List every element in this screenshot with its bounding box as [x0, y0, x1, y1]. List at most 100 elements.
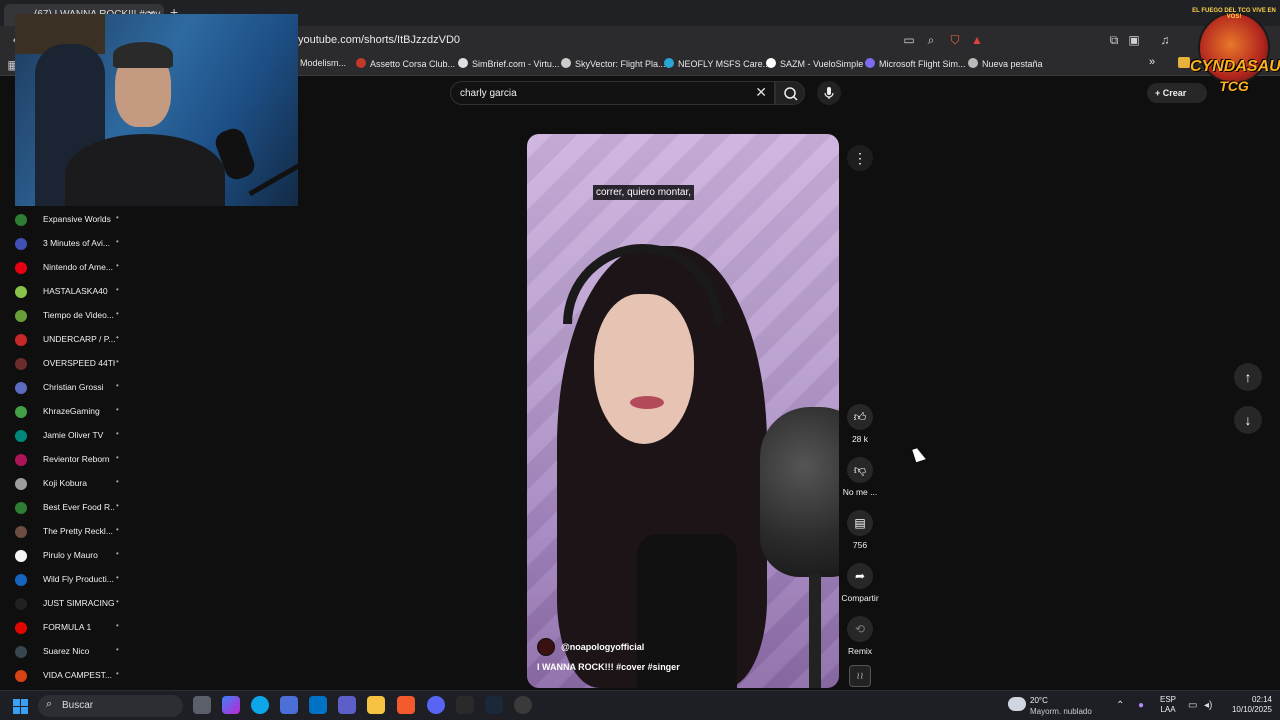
- dislike-label: No me ...: [842, 487, 878, 497]
- new-content-dot: •: [116, 645, 119, 654]
- cast-icon[interactable]: ▭: [902, 33, 916, 47]
- search-input[interactable]: charly garcia ✕: [450, 81, 775, 105]
- subscription-item[interactable]: VIDA CAMPEST... •: [0, 664, 130, 688]
- subscription-name: FORMULA 1: [43, 622, 92, 632]
- subscription-item[interactable]: Expansive Worlds •: [0, 208, 130, 232]
- task-view-icon[interactable]: [193, 696, 211, 714]
- comment-icon[interactable]: ▤: [847, 510, 873, 536]
- clear-search-icon[interactable]: ✕: [755, 84, 767, 101]
- new-content-dot: •: [116, 357, 119, 366]
- store-icon[interactable]: [280, 696, 298, 714]
- subscription-item[interactable]: Tiempo de Video... •: [0, 304, 130, 328]
- subscription-item[interactable]: Revientor Reborn •: [0, 448, 130, 472]
- audio-wave-icon[interactable]: ≀≀: [849, 665, 871, 687]
- bookmark-6[interactable]: SAZM - VueloSimple: [766, 58, 863, 69]
- subscription-item[interactable]: Nintendo of Ame... •: [0, 256, 130, 280]
- voice-search-button[interactable]: [817, 81, 841, 105]
- brave-icon[interactable]: [397, 696, 415, 714]
- thumbs-up-icon[interactable]: 👍︎: [847, 404, 873, 430]
- video-title: I WANNA ROCK!!! #cover #singer: [537, 662, 680, 672]
- windows-start-icon[interactable]: [13, 699, 28, 714]
- bookmark-favicon-icon: [664, 58, 674, 68]
- remix-icon[interactable]: ⟲: [847, 616, 873, 642]
- clock[interactable]: 02:14 10/10/2025: [1222, 695, 1272, 715]
- cloud-icon: [1008, 697, 1026, 711]
- bookmark-8[interactable]: Nueva pestaña: [968, 58, 1043, 69]
- search-button[interactable]: [775, 81, 805, 105]
- subscription-item[interactable]: JUST SIMRACING •: [0, 592, 130, 616]
- subscription-item[interactable]: Jamie Oliver TV •: [0, 424, 130, 448]
- bookmark-3[interactable]: SimBrief.com - Virtu...: [458, 58, 559, 69]
- channel-name[interactable]: @noapologyofficial: [561, 642, 644, 652]
- new-content-dot: •: [116, 453, 119, 462]
- media-icon[interactable]: ♫: [1158, 33, 1172, 47]
- share-action[interactable]: ➦ Compartir: [835, 563, 885, 603]
- bookmark-2[interactable]: Assetto Corsa Club...: [356, 58, 455, 69]
- brave-shield-icon[interactable]: ⛉: [948, 33, 962, 47]
- previous-short-button[interactable]: ↑: [1234, 363, 1262, 391]
- folder-icon[interactable]: [1178, 57, 1190, 68]
- subscription-item[interactable]: Koji Kobura •: [0, 472, 130, 496]
- subscription-name: Tiempo de Video...: [43, 310, 114, 320]
- channel-avatar[interactable]: [537, 638, 555, 656]
- create-button[interactable]: + Crear: [1147, 83, 1207, 103]
- subscription-item[interactable]: 3 Minutes of Avi... •: [0, 232, 130, 256]
- subscription-item[interactable]: The Pretty Reckl... •: [0, 520, 130, 544]
- discord-icon[interactable]: [427, 696, 445, 714]
- outlook-icon[interactable]: [309, 696, 327, 714]
- subscription-item[interactable]: Wild Fly Producti... •: [0, 568, 130, 592]
- channel-avatar: [15, 310, 27, 322]
- bookmark-favicon-icon: [968, 58, 978, 68]
- channel-avatar: [15, 670, 27, 682]
- remix-action[interactable]: ⟲ Remix: [835, 616, 885, 656]
- brave-rewards-icon[interactable]: ▲: [970, 33, 984, 47]
- comment-count: 756: [852, 540, 868, 550]
- chevron-up-icon[interactable]: ⌃: [1116, 700, 1124, 711]
- channel-avatar: [15, 214, 27, 226]
- edge-icon[interactable]: [251, 696, 269, 714]
- extensions-icon[interactable]: ⧉: [1107, 33, 1121, 47]
- new-content-dot: •: [116, 381, 119, 390]
- comments-action[interactable]: ▤ 756: [835, 510, 885, 550]
- bookmark-4[interactable]: SkyVector: Flight Pla...: [561, 58, 666, 69]
- thumbs-down-icon[interactable]: 👎︎: [847, 457, 873, 483]
- sidebar-icon[interactable]: ▣: [1127, 33, 1141, 47]
- weather-widget[interactable]: 20°C Mayorm. nublado: [1008, 694, 1108, 720]
- new-content-dot: •: [116, 237, 119, 246]
- subscription-item[interactable]: UNDERCARP / P... •: [0, 328, 130, 352]
- subscription-item[interactable]: Suarez Nico •: [0, 640, 130, 664]
- volume-icon[interactable]: ◂): [1204, 700, 1212, 711]
- zoom-icon[interactable]: ⌕: [924, 33, 938, 47]
- shorts-video-player[interactable]: correr, quiero montar, @noapologyofficia…: [527, 134, 839, 688]
- microphone-icon[interactable]: ●: [1138, 700, 1144, 711]
- subscription-item[interactable]: FORMULA 1 •: [0, 616, 130, 640]
- bookmark-5[interactable]: NEOFLY MSFS Care...: [664, 58, 770, 69]
- bookmark-1[interactable]: Modelism...: [300, 58, 346, 68]
- next-short-button[interactable]: ↓: [1234, 406, 1262, 434]
- copilot-icon[interactable]: [222, 696, 240, 714]
- share-label: Compartir: [841, 593, 879, 603]
- settings-icon[interactable]: [514, 696, 532, 714]
- subscription-name: UNDERCARP / P...: [43, 334, 115, 344]
- subscription-item[interactable]: Best Ever Food R... •: [0, 496, 130, 520]
- share-icon[interactable]: ➦: [847, 563, 873, 589]
- subscription-item[interactable]: Christian Grossi •: [0, 376, 130, 400]
- subscription-item[interactable]: KhrazeGaming •: [0, 400, 130, 424]
- subscription-item[interactable]: HASTALASKA40 •: [0, 280, 130, 304]
- logo-name: CYNDASAUR: [1190, 58, 1280, 75]
- tiktok-icon[interactable]: [456, 696, 474, 714]
- teams-icon[interactable]: [338, 696, 356, 714]
- dislike-action[interactable]: 👎︎ No me ...: [835, 457, 885, 497]
- more-options-button[interactable]: ⋮: [847, 145, 873, 171]
- bookmark-7[interactable]: Microsoft Flight Sim...: [865, 58, 966, 69]
- new-content-dot: •: [116, 525, 119, 534]
- taskbar-search[interactable]: ⌕ Buscar: [38, 695, 183, 717]
- language-indicator[interactable]: ESP LAA: [1160, 695, 1176, 715]
- subscription-item[interactable]: OVERSPEED 44TH •: [0, 352, 130, 376]
- bookmarks-overflow-icon[interactable]: »: [1149, 56, 1155, 68]
- like-action[interactable]: 👍︎ 28 k: [835, 404, 885, 444]
- steam-icon[interactable]: [485, 696, 503, 714]
- file-explorer-icon[interactable]: [367, 696, 385, 714]
- network-icon[interactable]: ▭: [1188, 700, 1197, 711]
- subscription-item[interactable]: Pirulo y Mauro •: [0, 544, 130, 568]
